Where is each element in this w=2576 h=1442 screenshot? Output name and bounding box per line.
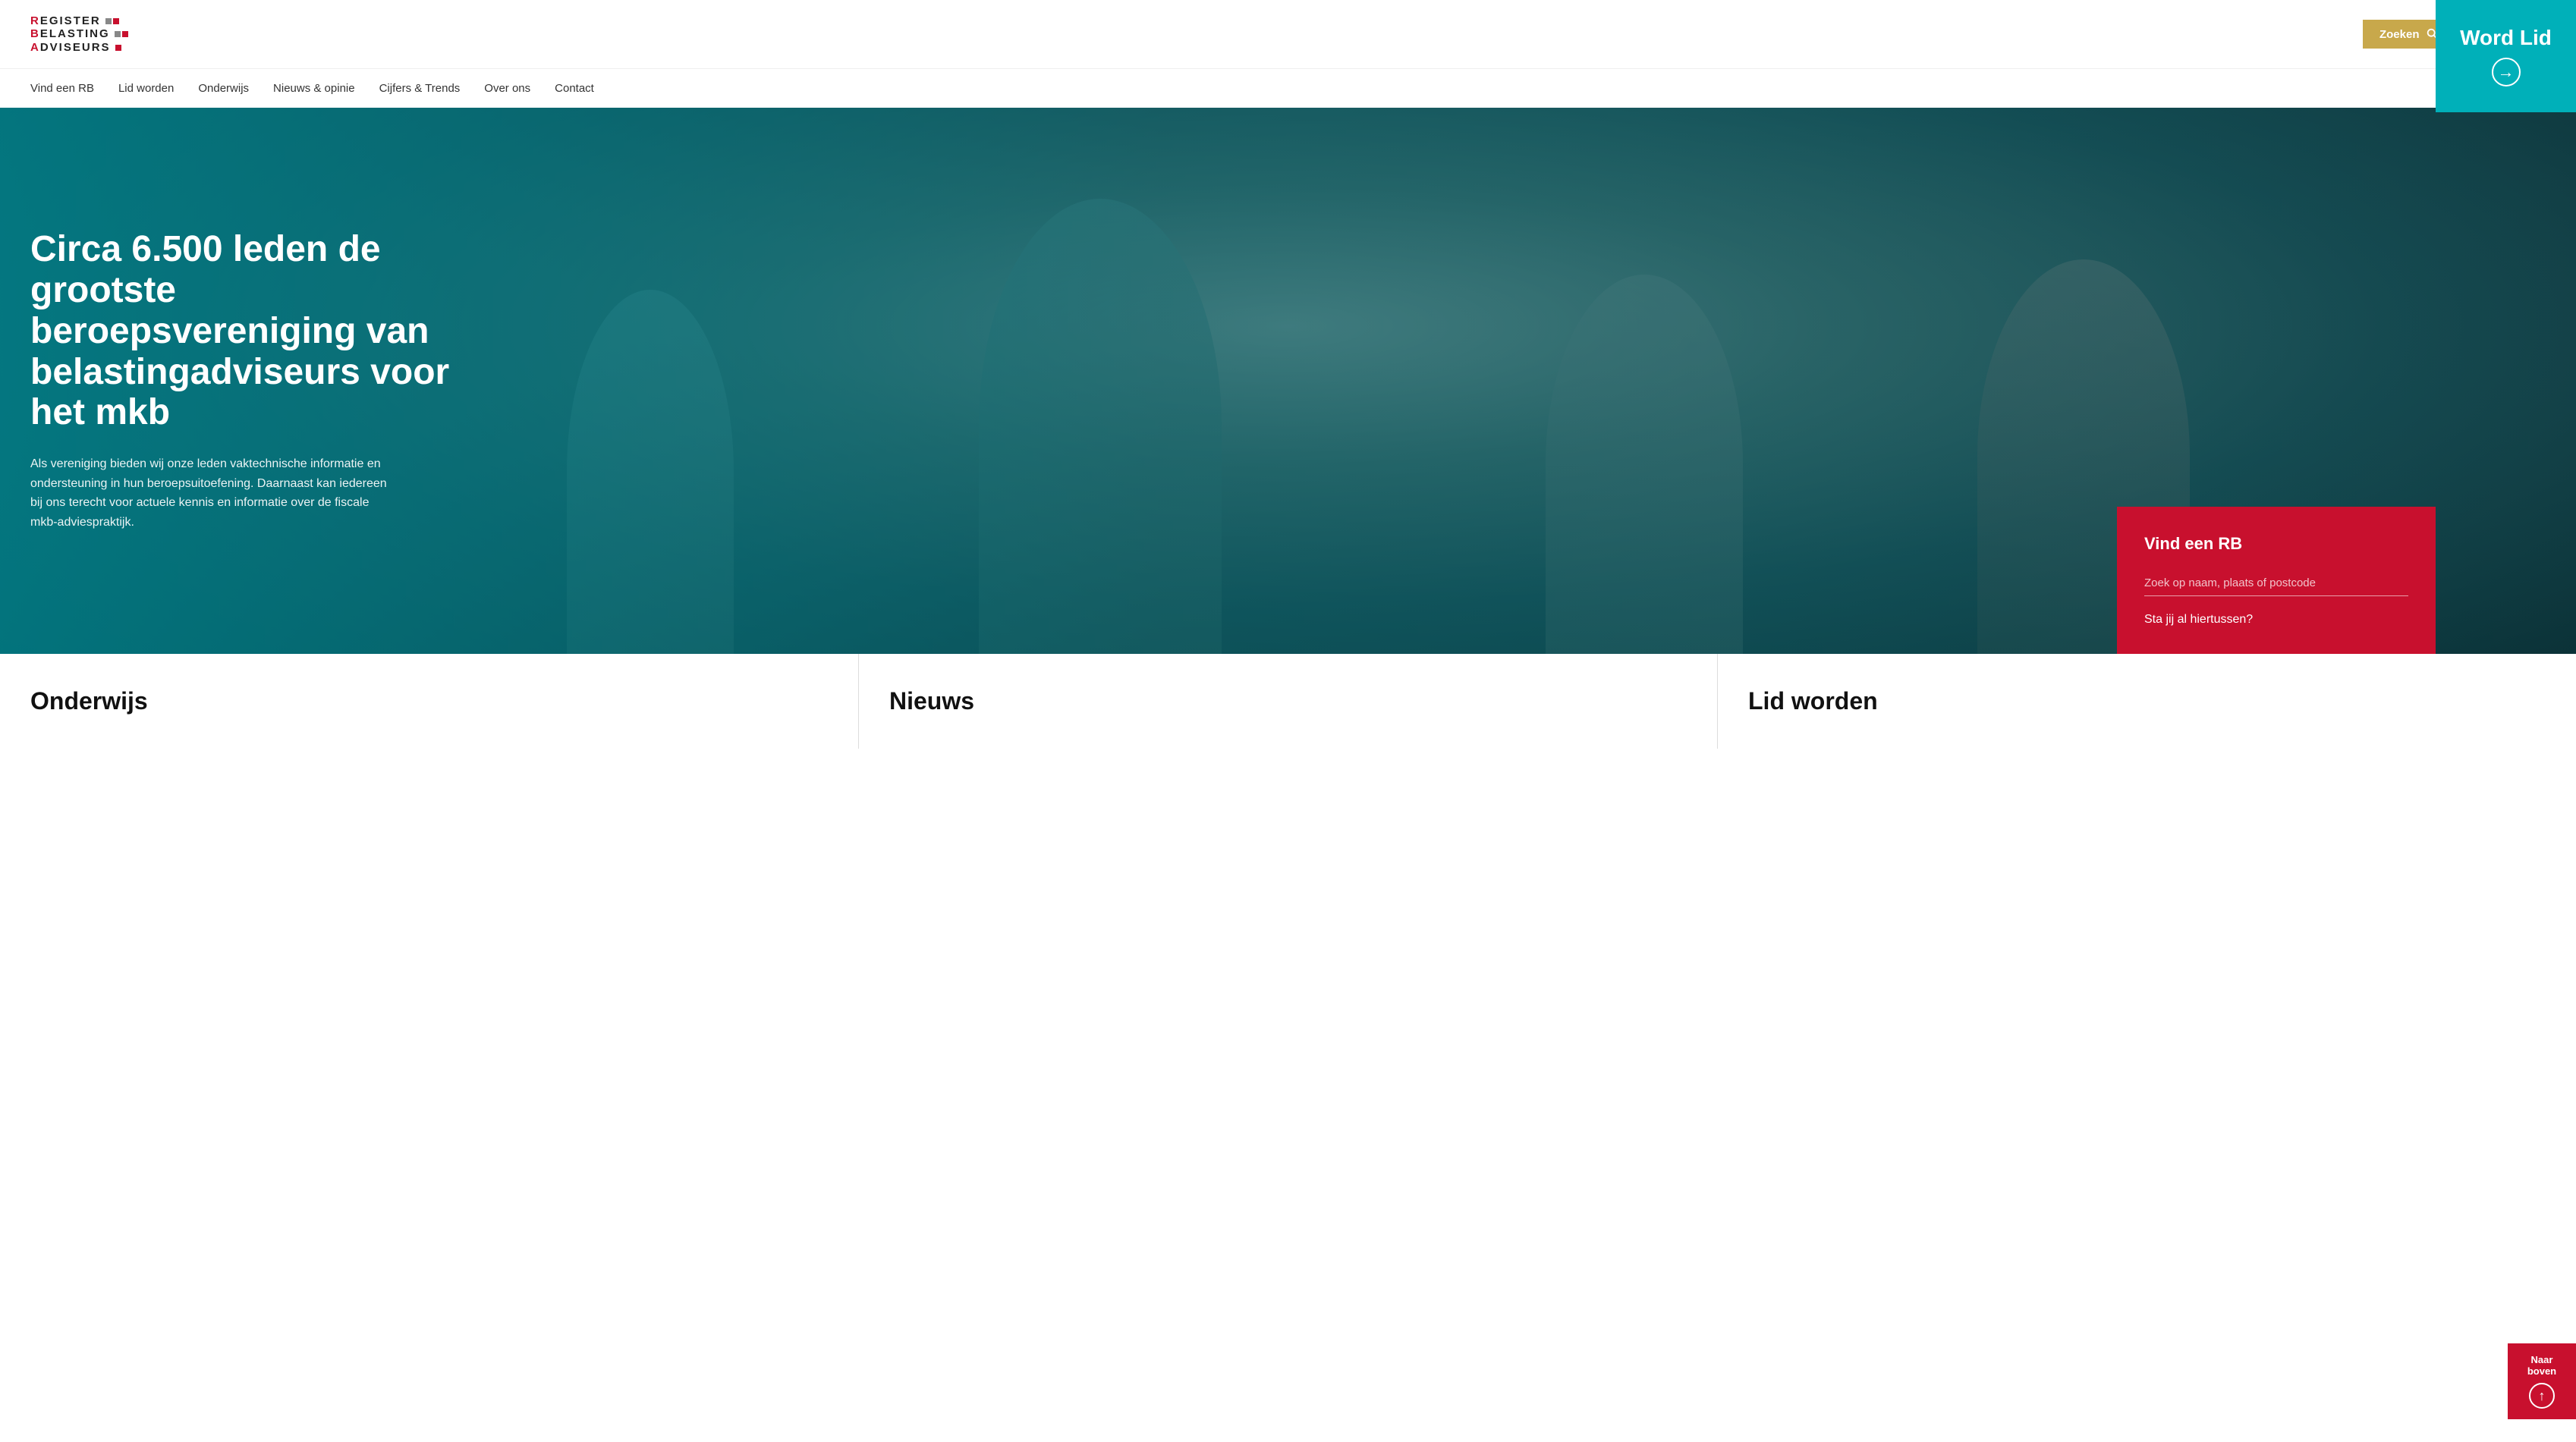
nav-item-nieuws[interactable]: Nieuws & opinie bbox=[273, 82, 355, 95]
nav-item-onderwijs[interactable]: Onderwijs bbox=[198, 82, 249, 95]
logo-square-4 bbox=[122, 31, 128, 37]
find-rb-box: Vind een RB Sta jij al hiertussen? bbox=[2117, 507, 2436, 654]
find-rb-title: Vind een RB bbox=[2144, 534, 2408, 554]
find-rb-link[interactable]: Sta jij al hiertussen? bbox=[2144, 613, 2253, 626]
card-lid-worden[interactable]: Lid worden bbox=[1718, 654, 2576, 749]
nav-item-cijfers[interactable]: Cijfers & Trends bbox=[379, 82, 461, 95]
header: REGISTER BELASTING ADVISEURS Zoeken bbox=[0, 0, 2576, 68]
bottom-cards: Onderwijs Nieuws Lid worden bbox=[0, 654, 2576, 749]
logo-square-3 bbox=[115, 31, 121, 37]
main-nav: Vind een RB Lid worden Onderwijs Nieuws … bbox=[0, 68, 2576, 108]
nav-item-lid-worden[interactable]: Lid worden bbox=[118, 82, 174, 95]
card-lid-worden-title: Lid worden bbox=[1748, 687, 2546, 715]
naar-boven-label: Naar boven bbox=[2515, 1354, 2568, 1377]
word-lid-button[interactable]: Word Lid → bbox=[2436, 0, 2576, 112]
naar-boven-arrow-icon: ↑ bbox=[2529, 1383, 2555, 1409]
nav-item-over-ons[interactable]: Over ons bbox=[484, 82, 530, 95]
search-label: Zoeken bbox=[2379, 28, 2420, 41]
logo-square-1 bbox=[105, 18, 112, 24]
card-onderwijs[interactable]: Onderwijs bbox=[0, 654, 859, 749]
logo-square-2 bbox=[113, 18, 119, 24]
nav-item-contact[interactable]: Contact bbox=[555, 82, 594, 95]
nav-item-vind-een-rb[interactable]: Vind een RB bbox=[30, 82, 94, 95]
hero-description: Als vereniging bieden wij onze leden vak… bbox=[30, 454, 395, 532]
word-lid-arrow-icon: → bbox=[2492, 58, 2521, 86]
naar-boven-button[interactable]: Naar boven ↑ bbox=[2508, 1343, 2576, 1419]
logo-line-3: ADVISEURS bbox=[30, 41, 128, 54]
word-lid-label: Word Lid bbox=[2460, 26, 2552, 50]
find-rb-input[interactable] bbox=[2144, 570, 2408, 596]
card-onderwijs-title: Onderwijs bbox=[30, 687, 828, 715]
card-nieuws-title: Nieuws bbox=[889, 687, 1687, 715]
hero-section: Circa 6.500 leden de grootste beroepsver… bbox=[0, 108, 2576, 654]
hero-title: Circa 6.500 leden de grootste beroepsver… bbox=[30, 229, 501, 433]
hero-content: Circa 6.500 leden de grootste beroepsver… bbox=[0, 229, 531, 532]
logo: REGISTER BELASTING ADVISEURS bbox=[30, 14, 128, 54]
logo-line-2: BELASTING bbox=[30, 27, 128, 40]
logo-line-1: REGISTER bbox=[30, 14, 128, 27]
logo-square-5 bbox=[115, 45, 121, 51]
card-nieuws[interactable]: Nieuws bbox=[859, 654, 1718, 749]
